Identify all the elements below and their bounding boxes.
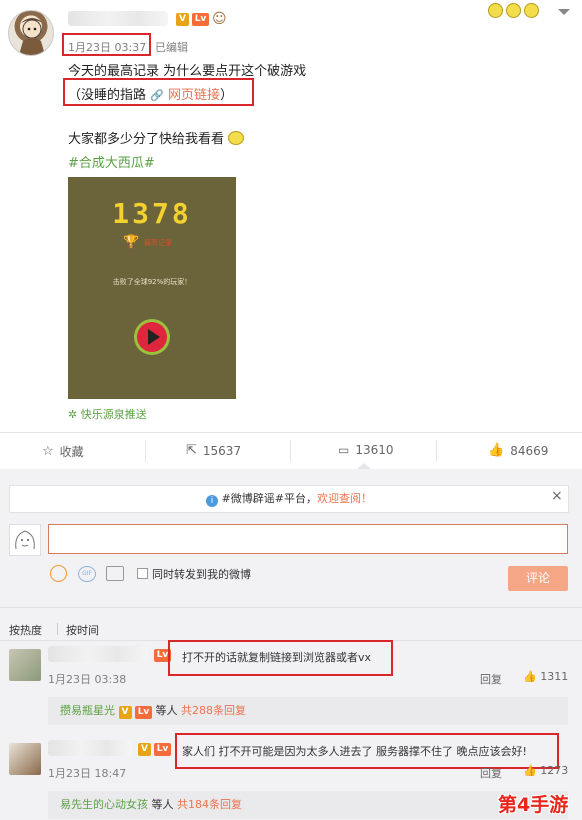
action-separator bbox=[436, 440, 437, 462]
author-name-blurred[interactable] bbox=[68, 11, 168, 26]
comment-count: 13610 bbox=[355, 443, 394, 457]
post-text-line1: 今天的最高记录 为什么要点开这个破游戏 bbox=[68, 64, 307, 79]
action-separator bbox=[145, 440, 146, 462]
trophy-icon: 🏆 bbox=[123, 235, 140, 250]
emoji-face-icon bbox=[488, 3, 503, 18]
image-button-icon[interactable] bbox=[106, 566, 124, 581]
reply-preview[interactable]: 易先生的心动女孩 等人 共184条回复 bbox=[48, 791, 568, 819]
follow-emoji-icons bbox=[488, 3, 539, 18]
glasses-emoji-icon bbox=[228, 131, 245, 145]
like-button[interactable]: 👍 84669 bbox=[488, 443, 548, 458]
post-source[interactable]: ✲ 快乐源泉推送 bbox=[68, 406, 147, 422]
thumbs-up-icon: 👍 bbox=[523, 670, 537, 683]
level-badge: Lv bbox=[154, 743, 171, 756]
favorite-label: 收藏 bbox=[59, 445, 84, 459]
game-score: 1378 bbox=[112, 197, 192, 230]
author-avatar[interactable] bbox=[8, 10, 54, 56]
action-separator bbox=[290, 440, 291, 462]
post-text-line3: 大家都多少分了快给我看看 bbox=[68, 128, 245, 147]
reply-middle-text: 等人 bbox=[151, 798, 174, 811]
reply-middle-text: 等人 bbox=[155, 704, 178, 717]
like-count: 84669 bbox=[510, 443, 549, 458]
replies-count-link[interactable]: 共288条回复 bbox=[181, 704, 246, 717]
comment-like-button[interactable]: 👍 1273 bbox=[523, 764, 568, 777]
sort-hot-tab[interactable]: 按热度 bbox=[9, 622, 42, 638]
level-badge: Lv bbox=[135, 706, 152, 719]
commenter-avatar[interactable] bbox=[9, 743, 41, 775]
reply-preview[interactable]: 攒易瓶星光 V Lv 等人 共288条回复 bbox=[48, 697, 568, 725]
play-button[interactable] bbox=[134, 319, 170, 355]
info-icon: i bbox=[206, 495, 219, 507]
replier-name[interactable]: 攒易瓶星光 bbox=[60, 704, 115, 717]
highlight-box-timestamp bbox=[62, 33, 151, 56]
verified-badge: V bbox=[138, 743, 151, 756]
reply-button[interactable]: 回复 bbox=[480, 671, 502, 687]
more-chevron-icon[interactable] bbox=[558, 9, 570, 15]
replies-count-link[interactable]: 共184条回复 bbox=[177, 798, 242, 811]
level-badge: Lv bbox=[192, 13, 209, 26]
play-icon bbox=[148, 329, 160, 345]
game-screenshot[interactable]: 1378 🏆 最高记录 击败了全球92%的玩家！ bbox=[68, 177, 236, 399]
commenter-avatar[interactable] bbox=[9, 649, 41, 681]
post-text-line3-content: 大家都多少分了快给我看看 bbox=[68, 132, 225, 147]
emoji-face-icon bbox=[506, 3, 521, 18]
rumor-notice: i #微博辟谣#平台，欢迎查阅！ bbox=[9, 485, 569, 513]
comment-button[interactable]: ▭ 13610 bbox=[338, 443, 394, 457]
site-watermark: 第4手游 bbox=[498, 794, 569, 816]
user-avatar bbox=[9, 524, 41, 556]
sort-divider bbox=[0, 607, 582, 608]
replier-name[interactable]: 易先生的心动女孩 bbox=[60, 798, 148, 811]
edited-label: 已编辑 bbox=[155, 41, 188, 54]
sort-separator bbox=[57, 623, 58, 635]
cartoon-face-icon: ☺ bbox=[212, 11, 227, 27]
beat-text: 击败了全球92%的玩家！ bbox=[112, 278, 192, 286]
thumbs-up-icon: 👍 bbox=[488, 443, 505, 458]
repost-checkbox-label: 同时转发到我的微博 bbox=[152, 568, 251, 581]
comment-time: 1月23日 03:38 bbox=[48, 673, 127, 686]
submit-comment-button[interactable]: 评论 bbox=[508, 566, 568, 591]
verified-badge: V bbox=[118, 706, 132, 719]
best-label: 最高记录 bbox=[144, 239, 172, 247]
comment-time: 1月23日 18:47 bbox=[48, 767, 127, 780]
comment-like-button[interactable]: 👍 1311 bbox=[523, 670, 568, 683]
repost-checkbox[interactable] bbox=[137, 568, 148, 579]
reply-button[interactable]: 回复 bbox=[480, 765, 502, 781]
notice-link[interactable]: 欢迎查阅！ bbox=[317, 492, 372, 505]
comment-input[interactable] bbox=[48, 524, 568, 554]
highlight-box-comment bbox=[175, 733, 559, 769]
commenter-name-blurred[interactable] bbox=[48, 740, 132, 756]
hashtag-link[interactable]: #合成大西瓜# bbox=[68, 152, 155, 171]
highlight-box-comment bbox=[168, 640, 393, 676]
close-icon[interactable]: × bbox=[551, 488, 563, 504]
gif-button-icon[interactable]: GIF bbox=[78, 566, 96, 582]
highlight-box-link bbox=[63, 78, 254, 106]
emoji-face-icon bbox=[524, 3, 539, 18]
sparkle-icon: ✲ bbox=[68, 408, 78, 421]
comment-like-count: 1311 bbox=[540, 670, 569, 683]
emoji-button-icon[interactable] bbox=[50, 565, 67, 582]
thumbs-up-icon: 👍 bbox=[523, 764, 537, 777]
repost-button[interactable]: ⇱ 15637 bbox=[186, 443, 241, 458]
repost-count: 15637 bbox=[202, 443, 242, 458]
verified-badge: V bbox=[176, 13, 189, 26]
comment-like-count: 1273 bbox=[540, 764, 569, 777]
sort-time-tab[interactable]: 按时间 bbox=[66, 622, 99, 638]
commenter-name-blurred[interactable] bbox=[48, 646, 148, 662]
repost-icon: ⇱ bbox=[186, 443, 197, 458]
comment-icon: ▭ bbox=[338, 443, 350, 457]
favorite-button[interactable]: ☆ 收藏 bbox=[42, 443, 84, 460]
action-bar-top-divider bbox=[0, 432, 582, 433]
star-icon: ☆ bbox=[42, 444, 54, 459]
notice-text: #微博辟谣#平台， bbox=[221, 492, 317, 505]
post-source-label: 快乐源泉推送 bbox=[80, 408, 147, 421]
